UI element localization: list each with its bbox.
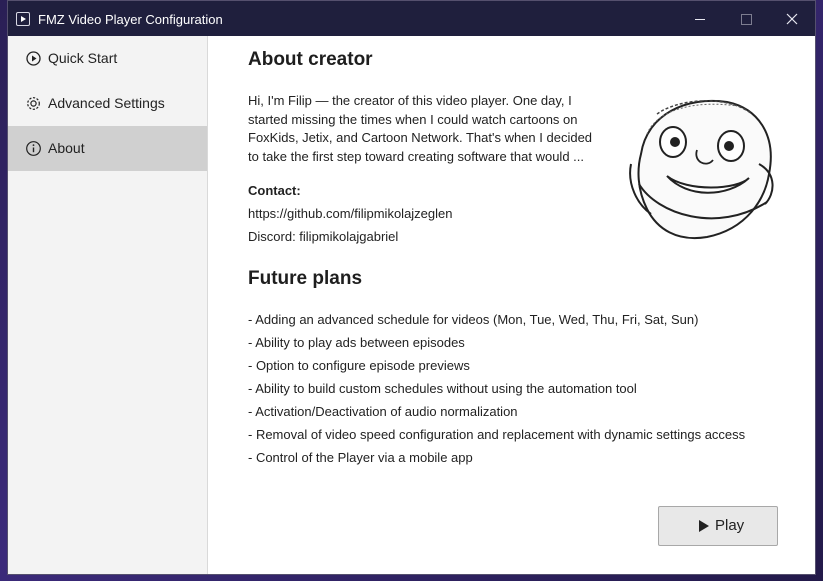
- discord-handle: Discord: filipmikolajgabriel: [248, 229, 399, 244]
- future-plans-list: - Adding an advanced schedule for videos…: [248, 308, 745, 469]
- list-item: - Option to configure episode previews: [248, 358, 470, 373]
- maximize-button[interactable]: [723, 1, 769, 36]
- gear-icon: [27, 97, 40, 110]
- list-item: - Activation/Deactivation of audio norma…: [248, 404, 518, 419]
- close-button[interactable]: [769, 1, 815, 36]
- sidebar-item-label: About: [48, 140, 85, 156]
- sidebar-item-about[interactable]: About: [8, 126, 207, 171]
- about-creator-heading: About creator: [248, 49, 373, 70]
- play-button-label: Play: [715, 517, 745, 534]
- minimize-button[interactable]: [677, 1, 723, 36]
- sidebar: Quick Start Advanced Settings About: [8, 36, 208, 574]
- info-icon: [26, 141, 41, 156]
- contact-label: Contact:: [248, 183, 301, 198]
- github-link[interactable]: https://github.com/filipmikolajzeglen: [248, 206, 453, 221]
- app-icon: [16, 12, 30, 26]
- sidebar-item-label: Quick Start: [48, 50, 118, 66]
- about-text: Hi, I'm Filip — the creator of this vide…: [248, 92, 598, 166]
- creator-avatar: [629, 99, 774, 240]
- list-item: - Removal of video speed configuration a…: [248, 427, 746, 442]
- about-line: Hi, I'm Filip — the creator of this vide…: [248, 93, 572, 108]
- future-plans-heading: Future plans: [248, 268, 363, 289]
- app-window: FMZ Video Player Configuration Quick Sta…: [7, 0, 816, 575]
- play-circle-icon: [26, 51, 41, 66]
- sidebar-item-advanced-settings[interactable]: Advanced Settings: [8, 81, 207, 126]
- play-icon: [699, 520, 709, 532]
- about-line: started missing the times when I could w…: [248, 111, 578, 127]
- maximize-icon: [741, 14, 752, 25]
- list-item: - Control of the Player via a mobile app: [248, 450, 473, 465]
- window-title: FMZ Video Player Configuration: [38, 12, 223, 27]
- about-line: FoxKids, Jetix, and Cartoon Network. Tha…: [248, 130, 593, 145]
- list-item: - Adding an advanced schedule for videos…: [248, 312, 699, 327]
- list-item: - Ability to build custom schedules with…: [248, 381, 637, 396]
- sidebar-item-label: Advanced Settings: [48, 95, 165, 111]
- play-button[interactable]: Play: [658, 506, 778, 546]
- close-icon: [786, 13, 798, 25]
- list-item: - Ability to play ads between episodes: [248, 335, 465, 350]
- sidebar-item-quick-start[interactable]: Quick Start: [8, 36, 207, 81]
- about-page: About creator Hi, I'm Filip — the creato…: [208, 36, 815, 574]
- about-line: to take the first step toward creating s…: [248, 148, 585, 164]
- title-bar[interactable]: FMZ Video Player Configuration: [8, 1, 815, 36]
- minimize-icon: [695, 19, 705, 20]
